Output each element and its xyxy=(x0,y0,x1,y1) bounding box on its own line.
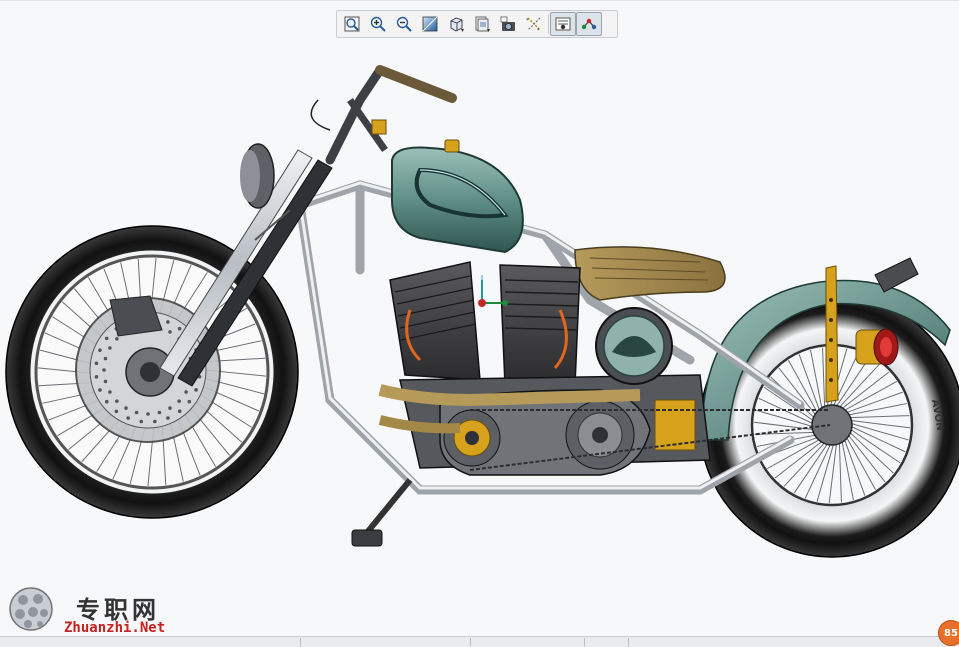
exhaust-tip xyxy=(874,257,919,293)
kickstand xyxy=(351,478,413,547)
status-bar-divider xyxy=(300,638,301,646)
globe-logo-icon xyxy=(9,587,53,631)
watermark-url: Zhuanzhi.Net xyxy=(64,620,166,636)
status-bar xyxy=(0,636,959,647)
spin-center-button[interactable] xyxy=(550,12,576,36)
graphics-viewport[interactable]: AVON AVON xyxy=(0,40,959,636)
saved-views-icon xyxy=(475,16,490,32)
headlight xyxy=(240,143,275,209)
zoom-badge[interactable]: 85 xyxy=(938,620,959,646)
saved-views-button[interactable] xyxy=(469,12,495,36)
zoom-in-button[interactable] xyxy=(365,12,391,36)
zoom-in-icon xyxy=(370,16,386,32)
annotation-display-icon xyxy=(581,18,597,30)
zoom-out-icon xyxy=(396,16,412,32)
spin-center-icon xyxy=(555,17,571,31)
zoom-fit-icon xyxy=(344,16,360,32)
air-cleaner xyxy=(595,307,673,385)
status-bar-divider xyxy=(628,638,629,646)
seat xyxy=(574,246,726,301)
battery-box xyxy=(654,399,696,451)
motorcycle-3d-model: AVON AVON xyxy=(5,65,959,558)
status-bar-divider xyxy=(584,638,585,646)
shading-icon xyxy=(422,16,438,32)
shading-button[interactable] xyxy=(417,12,443,36)
view-orientation-button[interactable] xyxy=(443,12,469,36)
annotation-display-button[interactable] xyxy=(576,12,602,36)
view-orientation-cube-icon xyxy=(450,17,464,32)
graphics-toolbar: * * xyxy=(336,10,618,38)
datum-display-button[interactable]: * * xyxy=(521,12,547,36)
camera-icon xyxy=(500,16,515,31)
zoom-out-button[interactable] xyxy=(391,12,417,36)
camera-button[interactable] xyxy=(495,12,521,36)
datum-display-icon: ** xyxy=(526,17,541,33)
handlebar xyxy=(310,65,457,165)
fuel-tank xyxy=(391,139,524,254)
status-bar-divider xyxy=(470,638,471,646)
taillight xyxy=(855,328,899,366)
top-border xyxy=(0,0,959,1)
toolbar-separator xyxy=(548,14,549,34)
zoom-fit-button[interactable] xyxy=(339,12,365,36)
watermark-logo: 专职网 Zhuanzhi.Net xyxy=(4,584,194,640)
